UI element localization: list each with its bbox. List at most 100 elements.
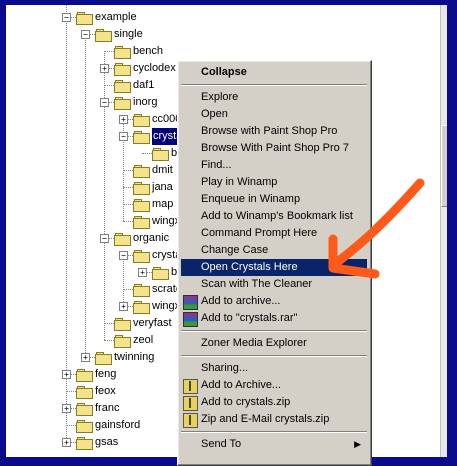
menu-item-add-to-winamp-s-bookmark-list[interactable]: Add to Winamp's Bookmark list xyxy=(181,208,367,225)
tree-item-label[interactable]: map xyxy=(152,196,173,213)
tree-item-label[interactable]: inorg xyxy=(133,94,157,111)
folder-icon xyxy=(114,46,131,59)
expand-icon[interactable]: + xyxy=(62,438,71,447)
tree-item-label[interactable]: dmit xyxy=(152,162,173,179)
folder-icon xyxy=(133,216,150,229)
tree-item-label[interactable]: example xyxy=(95,9,137,26)
collapse-icon[interactable]: − xyxy=(100,98,109,107)
tree-item-label[interactable]: single xyxy=(114,26,143,43)
menu-item-label: Browse With Paint Shop Pro 7 xyxy=(201,142,349,154)
winrar-icon xyxy=(183,295,198,310)
winrar-icon xyxy=(183,312,198,327)
menu-item-label: Change Case xyxy=(201,244,269,256)
collapse-icon[interactable]: − xyxy=(81,30,90,39)
menu-item-label: Play in Winamp xyxy=(201,176,278,188)
menu-item-zip-and-e-mail-crystals-zip[interactable]: Zip and E-Mail crystals.zip xyxy=(181,411,367,428)
menu-item-add-to-archive[interactable]: Add to archive... xyxy=(181,293,367,310)
folder-icon xyxy=(133,250,150,263)
collapse-icon[interactable]: − xyxy=(119,251,128,260)
tree-item-label[interactable]: franc xyxy=(95,400,119,417)
tree-item-label[interactable]: bench xyxy=(133,43,163,60)
menu-item-add-to-crystals-rar[interactable]: Add to "crystals.rar" xyxy=(181,310,367,327)
collapse-icon[interactable]: − xyxy=(100,234,109,243)
winzip-icon xyxy=(183,413,198,428)
submenu-arrow-icon: ▶ xyxy=(354,439,361,449)
tree-item-label[interactable]: gsas xyxy=(95,434,118,451)
menu-item-label: Scan with The Cleaner xyxy=(201,278,313,290)
folder-icon xyxy=(152,267,169,280)
folder-icon xyxy=(114,63,131,76)
vertical-scrollbar[interactable] xyxy=(440,5,447,457)
winzip-icon xyxy=(183,396,198,411)
menu-item-command-prompt-here[interactable]: Command Prompt Here xyxy=(181,225,367,242)
tree-item-label[interactable]: gainsford xyxy=(95,417,140,434)
tree-item-label[interactable]: cyclodex xyxy=(133,60,176,77)
tree-item-label[interactable]: organic xyxy=(133,230,169,247)
menu-item-add-to-archive[interactable]: Add to Archive... xyxy=(181,377,367,394)
folder-icon xyxy=(95,352,112,365)
collapse-icon[interactable]: − xyxy=(62,13,71,22)
menu-item-label: Send To xyxy=(201,438,242,450)
menu-item-scan-with-the-cleaner[interactable]: Scan with The Cleaner xyxy=(181,276,367,293)
folder-icon xyxy=(133,114,150,127)
menu-item-label: Collapse xyxy=(201,66,247,78)
tree-item[interactable]: − example xyxy=(6,9,436,26)
menu-separator xyxy=(181,330,367,332)
folder-icon xyxy=(114,80,131,93)
menu-item-open-crystals-here[interactable]: Open Crystals Here xyxy=(181,259,367,276)
menu-item-label: Enqueue in Winamp xyxy=(201,193,301,205)
menu-item-label: Add to archive... xyxy=(201,295,281,307)
menu-item-label: Browse with Paint Shop Pro xyxy=(201,125,338,137)
folder-icon xyxy=(114,318,131,331)
menu-item-send-to[interactable]: Send To ▶ xyxy=(181,436,367,453)
collapse-icon[interactable]: − xyxy=(119,132,128,141)
tree-item[interactable]: − single xyxy=(6,26,436,43)
menu-item-label: Zip and E-Mail crystals.zip xyxy=(201,413,330,425)
menu-item-open[interactable]: Open xyxy=(181,106,367,123)
menu-item-label: Command Prompt Here xyxy=(201,227,318,239)
menu-item-add-to-crystals-zip[interactable]: Add to crystals.zip xyxy=(181,394,367,411)
menu-item-label: Add to crystals.zip xyxy=(201,396,291,408)
menu-item-sharing[interactable]: Sharing... xyxy=(181,360,367,377)
menu-item-label: Add to Archive... xyxy=(201,379,282,391)
tree-item-label[interactable]: twinning xyxy=(114,349,154,366)
menu-item-collapse[interactable]: Collapse xyxy=(181,64,367,81)
menu-item-label: Add to "crystals.rar" xyxy=(201,312,298,324)
tree-item-label[interactable]: jana xyxy=(152,179,173,196)
menu-item-browse-with-paint-shop-pro[interactable]: Browse with Paint Shop Pro xyxy=(181,123,367,140)
tree-item-label[interactable]: zeol xyxy=(133,332,153,349)
context-menu: Collapse Explore Open Browse with Paint Sho… xyxy=(177,60,372,466)
expand-icon[interactable]: + xyxy=(62,370,71,379)
menu-item-label: Explore xyxy=(201,91,239,103)
scrollbar-thumb[interactable] xyxy=(441,125,447,207)
expand-icon[interactable]: + xyxy=(100,64,109,73)
tree-item-label[interactable]: wingx xyxy=(152,298,180,315)
expand-icon[interactable]: + xyxy=(81,353,90,362)
tree-item[interactable]: bench xyxy=(6,43,436,60)
tree-item-label[interactable]: feng xyxy=(95,366,116,383)
expand-icon[interactable]: + xyxy=(138,268,147,277)
menu-item-browse-with-paint-shop-pro-7[interactable]: Browse With Paint Shop Pro 7 xyxy=(181,140,367,157)
menu-separator xyxy=(181,431,367,433)
menu-item-explore[interactable]: Explore xyxy=(181,89,367,106)
folder-icon xyxy=(76,369,93,382)
menu-item-play-in-winamp[interactable]: Play in Winamp xyxy=(181,174,367,191)
menu-item-find[interactable]: Find... xyxy=(181,157,367,174)
tree-item-label[interactable]: daf1 xyxy=(133,77,154,94)
menu-item-label: Open Crystals Here xyxy=(201,261,298,273)
menu-item-label: Find... xyxy=(201,159,232,171)
folder-icon xyxy=(133,199,150,212)
menu-item-enqueue-in-winamp[interactable]: Enqueue in Winamp xyxy=(181,191,367,208)
tree-item-label[interactable]: veryfast xyxy=(133,315,172,332)
folder-icon xyxy=(114,335,131,348)
winzip-icon xyxy=(183,379,198,394)
expand-icon[interactable]: + xyxy=(119,302,128,311)
folder-icon xyxy=(76,12,93,25)
expand-icon[interactable]: + xyxy=(119,115,128,124)
expand-icon[interactable]: + xyxy=(62,404,71,413)
menu-separator xyxy=(181,84,367,86)
tree-item-label[interactable]: feox xyxy=(95,383,116,400)
tree-item-label[interactable]: wingx xyxy=(152,213,180,230)
menu-item-change-case[interactable]: Change Case xyxy=(181,242,367,259)
menu-item-zoner-media-explorer[interactable]: Zoner Media Explorer xyxy=(181,335,367,352)
